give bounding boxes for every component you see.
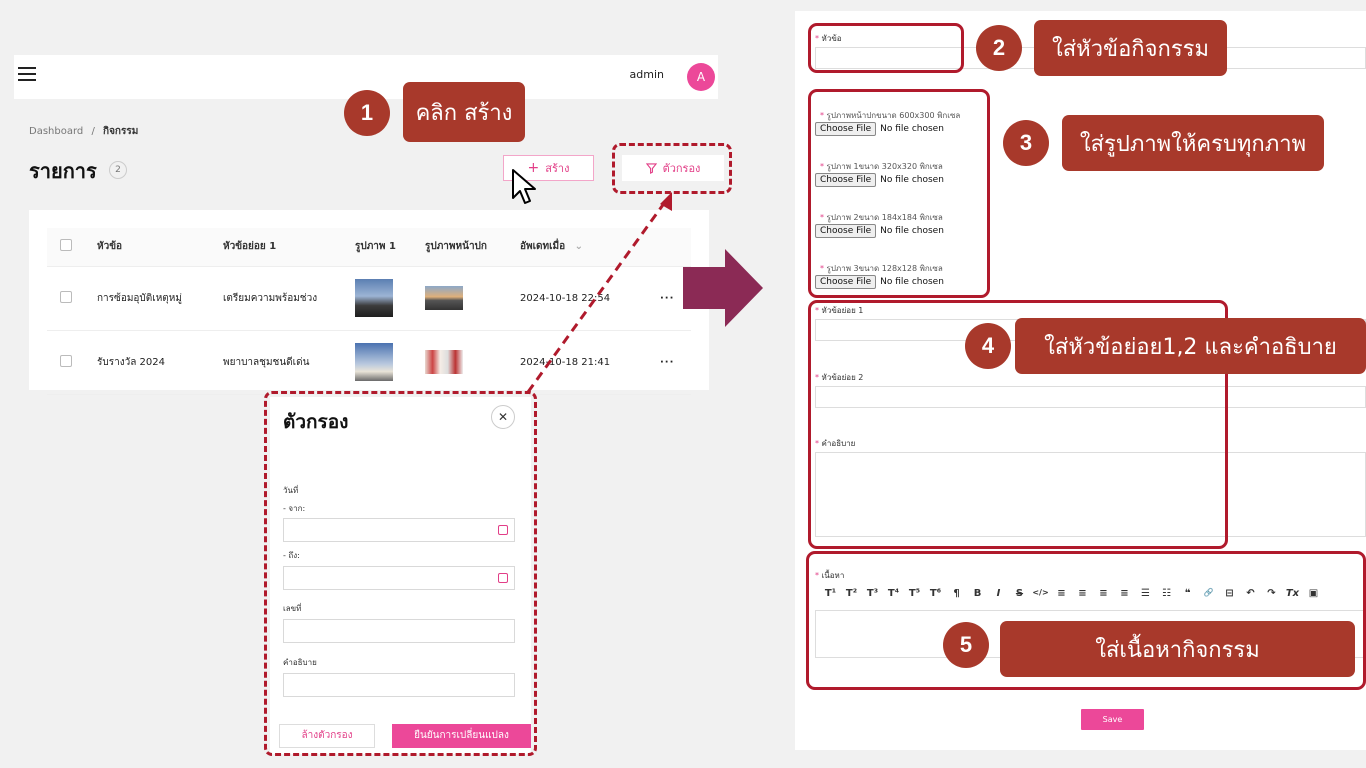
row-updated: 2024-10-18 21:41 bbox=[520, 330, 660, 395]
chevron-down-icon: ⌄ bbox=[574, 241, 583, 253]
count-badge: 2 bbox=[109, 161, 127, 179]
step-5-banner: ใส่เนื้อหากิจกรรม bbox=[1000, 621, 1355, 677]
select-all-checkbox[interactable] bbox=[60, 239, 72, 252]
row-cover-cell bbox=[425, 330, 520, 395]
activity-table: หัวข้อ หัวข้อย่อย 1 รูปภาพ 1 รูปภาพหน้าป… bbox=[47, 228, 691, 395]
table-row[interactable]: การซ้อมอุบัติเหตุหมู่ เตรียมความพร้อมช่ว… bbox=[47, 266, 691, 331]
filter-button-highlight bbox=[612, 143, 732, 194]
right-arrow-icon bbox=[683, 249, 763, 327]
step-4-badge: 4 bbox=[965, 323, 1011, 369]
create-button-label: สร้าง bbox=[545, 162, 570, 175]
award-thumbnail bbox=[425, 350, 463, 374]
select-all-cell bbox=[47, 228, 97, 267]
row-menu-icon[interactable]: ··· bbox=[660, 330, 691, 395]
avatar[interactable]: A bbox=[687, 63, 715, 91]
title-highlight bbox=[808, 23, 964, 73]
page-title: รายการ bbox=[29, 159, 97, 183]
row-image1-cell bbox=[355, 330, 425, 395]
row-image1-cell bbox=[355, 266, 425, 331]
step-5-badge: 5 bbox=[943, 622, 989, 668]
breadcrumb: Dashboard / กิจกรรม bbox=[29, 124, 138, 139]
breadcrumb-root[interactable]: Dashboard bbox=[29, 126, 83, 137]
row-subtitle: เตรียมความพร้อมช่วง bbox=[223, 266, 355, 331]
col-header-updated-label: อัพเดทเมื่อ bbox=[520, 241, 566, 253]
step-3-banner: ใส่รูปภาพให้ครบทุกภาพ bbox=[1062, 115, 1324, 171]
col-header-subtitle[interactable]: หัวข้อย่อย 1 bbox=[223, 228, 355, 267]
breadcrumb-current: กิจกรรม bbox=[103, 126, 139, 137]
row-updated: 2024-10-18 22:54 bbox=[520, 266, 660, 331]
step-1-badge: 1 bbox=[344, 90, 390, 136]
step-4-banner: ใส่หัวข้อย่อย1,2 และคำอธิบาย bbox=[1015, 318, 1366, 374]
col-header-updated[interactable]: อัพเดทเมื่อ ⌄ bbox=[520, 228, 660, 267]
activity-table-card: หัวข้อ หัวข้อย่อย 1 รูปภาพ 1 รูปภาพหน้าป… bbox=[29, 210, 709, 395]
row-subtitle: พยาบาลชุมชนดีเด่น bbox=[223, 330, 355, 395]
mouse-pointer-icon bbox=[512, 169, 536, 204]
cover-thumbnail bbox=[425, 286, 463, 310]
step-1-banner: คลิก สร้าง bbox=[403, 82, 525, 142]
images-highlight bbox=[808, 89, 990, 298]
row-checkbox[interactable] bbox=[60, 354, 72, 367]
breadcrumb-separator: / bbox=[91, 126, 95, 137]
col-header-cover[interactable]: รูปภาพหน้าปก bbox=[425, 228, 520, 267]
admin-username: admin bbox=[629, 68, 664, 81]
step-2-banner: ใส่หัวข้อกิจกรรม bbox=[1034, 20, 1227, 76]
row-select-cell bbox=[47, 266, 97, 331]
hamburger-menu-icon[interactable] bbox=[18, 67, 36, 85]
step-3-badge: 3 bbox=[1003, 120, 1049, 166]
table-header-row: หัวข้อ หัวข้อย่อย 1 รูปภาพ 1 รูปภาพหน้าป… bbox=[47, 228, 691, 267]
col-header-title[interactable]: หัวข้อ bbox=[97, 228, 223, 267]
filter-dialog-highlight bbox=[264, 391, 537, 756]
landscape-thumbnail bbox=[355, 343, 393, 381]
row-checkbox[interactable] bbox=[60, 290, 72, 303]
row-title: รับรางวัล 2024 bbox=[97, 330, 223, 395]
row-select-cell bbox=[47, 330, 97, 395]
arrowhead-icon bbox=[660, 192, 672, 211]
save-button[interactable]: Save bbox=[1081, 709, 1144, 730]
sunset-thumbnail bbox=[355, 279, 393, 317]
col-header-image1[interactable]: รูปภาพ 1 bbox=[355, 228, 425, 267]
step-2-badge: 2 bbox=[976, 25, 1022, 71]
table-row[interactable]: รับรางวัล 2024 พยาบาลชุมชนดีเด่น 2024-10… bbox=[47, 330, 691, 395]
row-cover-cell bbox=[425, 266, 520, 331]
row-title: การซ้อมอุบัติเหตุหมู่ bbox=[97, 266, 223, 331]
